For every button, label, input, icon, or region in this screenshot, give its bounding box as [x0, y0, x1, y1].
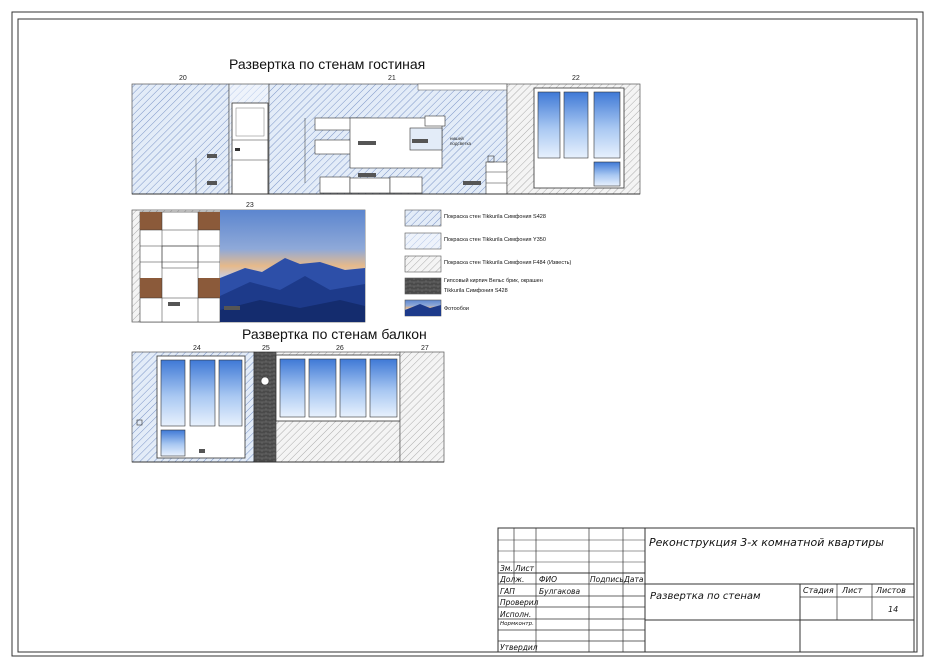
gap-name: Булгакова — [539, 587, 581, 596]
wall-number-21: 21 — [388, 75, 396, 82]
wall-number-20: 20 — [179, 75, 187, 82]
wall-number-27: 27 — [421, 345, 429, 352]
photo-wall-elevation — [131, 209, 366, 323]
col-sheet: Лист — [842, 586, 863, 595]
label-normkontr: Нормконтр. — [500, 621, 534, 627]
balcony-elevation — [131, 351, 445, 463]
label-proveril: Проверил — [500, 598, 539, 607]
label-list: Лист — [515, 564, 535, 573]
legend-item-y350: Покраска стен Tikkurila Симфония Y350 — [444, 237, 546, 243]
label-izm: Зм. — [500, 564, 513, 573]
label-utverdil: Утвердил — [500, 643, 538, 652]
legend-item-f484: Покраска стен Tikkurila Симфония F484 (И… — [444, 260, 572, 266]
label-data: Дата — [624, 575, 644, 584]
drawing-canvas — [11, 11, 924, 657]
wall-number-22: 22 — [572, 75, 580, 82]
label-dolzh: Долж. — [500, 575, 525, 584]
legend-item-s428: Покраска стен Tikkurila Симфония S428 — [444, 214, 546, 220]
col-sheets: Листов — [876, 586, 906, 595]
label-fio: ФИО — [539, 575, 557, 584]
title-living: Развертка по стенам гостиная — [229, 56, 426, 72]
legend-item-brick-color: Tikkurila Симфония S428 — [444, 288, 508, 294]
tv-label: нишей подсветка — [450, 136, 471, 146]
project-title: Реконструкция 3-х комнатной квартиры — [649, 536, 884, 549]
label-gap: ГАП — [500, 587, 515, 596]
living-room-elevation — [131, 83, 641, 195]
wall-number-25: 25 — [262, 345, 270, 352]
tv-label-line2: подсветка — [450, 141, 472, 146]
legend-swatches — [404, 209, 442, 317]
col-stage: Стадия — [803, 586, 834, 595]
wall-number-24: 24 — [193, 345, 201, 352]
label-podpis: Подпись — [590, 575, 624, 584]
label-ispolnil: Исполн. — [500, 610, 532, 619]
sheets-value: 14 — [888, 605, 899, 614]
title-balcony: Развертка по стенам балкон — [242, 326, 427, 342]
wall-number-23: 23 — [246, 202, 254, 209]
sheet-name: Развертка по стенам — [650, 591, 761, 602]
legend-item-brick: Гипсовый кирпич Вельс брик, окрашен — [444, 278, 543, 284]
wall-number-26: 26 — [336, 345, 344, 352]
legend-item-photo: Фотообои — [444, 306, 469, 312]
